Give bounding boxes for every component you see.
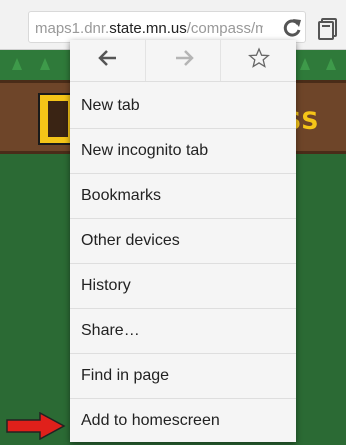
tab-switcher-icon[interactable] xyxy=(316,16,340,40)
tree-decoration xyxy=(326,58,336,70)
bookmark-star-icon xyxy=(247,47,270,74)
menu-item-share[interactable]: Share… xyxy=(70,309,296,354)
url-path: /compass/mob xyxy=(186,20,263,37)
menu-nav-row xyxy=(70,40,296,82)
address-bar[interactable]: maps1.dnr.state.mn.us/compass/mob xyxy=(28,11,306,43)
forward-arrow-icon xyxy=(173,47,195,74)
menu-item-history[interactable]: History xyxy=(70,264,296,309)
logo-mark xyxy=(48,101,68,137)
menu-item-bookmarks[interactable]: Bookmarks xyxy=(70,174,296,219)
back-arrow-icon xyxy=(97,47,119,74)
menu-item-new-incognito-tab[interactable]: New incognito tab xyxy=(70,129,296,174)
reload-icon[interactable] xyxy=(280,16,304,40)
tree-decoration xyxy=(40,58,50,70)
url-text[interactable]: maps1.dnr.state.mn.us/compass/mob xyxy=(35,20,263,37)
back-button[interactable] xyxy=(70,40,145,81)
bookmark-button[interactable] xyxy=(220,40,296,81)
menu-item-other-devices[interactable]: Other devices xyxy=(70,219,296,264)
red-pointer-arrow-icon xyxy=(6,411,66,441)
url-prefix: maps1.dnr. xyxy=(35,20,110,37)
url-host: state.mn.us xyxy=(109,20,187,37)
tree-decoration xyxy=(300,58,310,70)
menu-item-find-in-page[interactable]: Find in page xyxy=(70,354,296,399)
tree-decoration xyxy=(12,58,22,70)
menu-item-new-tab[interactable]: New tab xyxy=(70,84,296,129)
forward-button[interactable] xyxy=(145,40,221,81)
overflow-menu: New tab New incognito tab Bookmarks Othe… xyxy=(70,40,296,442)
menu-item-add-to-homescreen[interactable]: Add to homescreen xyxy=(70,399,296,444)
